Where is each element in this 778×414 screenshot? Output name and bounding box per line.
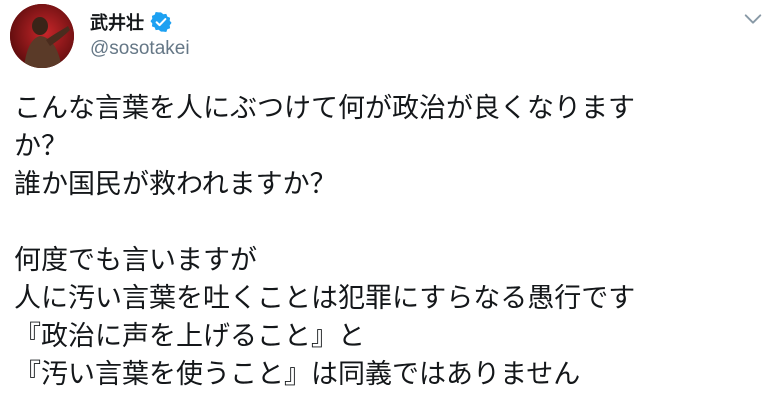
tweet-header: 武井壮 @sosotakei	[10, 4, 768, 68]
tweet-line: こんな言葉を人にぶつけて何が政治が良くなります	[14, 93, 635, 124]
verified-badge-icon	[150, 11, 172, 33]
author-names: 武井壮 @sosotakei	[90, 10, 190, 60]
tweet-line: 人に汚い言葉を吐くことは犯罪にすらなる愚行です	[14, 283, 636, 314]
tweet-line: 『汚い言葉を使うこと』は同義ではありません	[14, 359, 581, 390]
avatar-photo-icon	[10, 4, 74, 68]
tweet-line: か？	[14, 131, 68, 162]
tweet-line: 何度でも言いますが	[14, 245, 257, 276]
tweet-line: 誰か国民が救われますか？	[14, 169, 337, 200]
display-name[interactable]: 武井壮	[90, 9, 144, 35]
chevron-down-icon[interactable]	[742, 8, 764, 30]
name-row: 武井壮	[90, 10, 190, 34]
avatar[interactable]	[10, 4, 74, 68]
user-handle[interactable]: @sosotakei	[90, 38, 190, 60]
tweet-line: 『政治に声を上げること』と	[14, 321, 365, 352]
tweet-text: こんな言葉を人にぶつけて何が政治が良くなります か？ 誰か国民が救われますか？ …	[14, 90, 774, 394]
tweet-card: 武井壮 @sosotakei こんな言葉を人にぶつけて何が政治が良くなります か…	[0, 0, 778, 414]
